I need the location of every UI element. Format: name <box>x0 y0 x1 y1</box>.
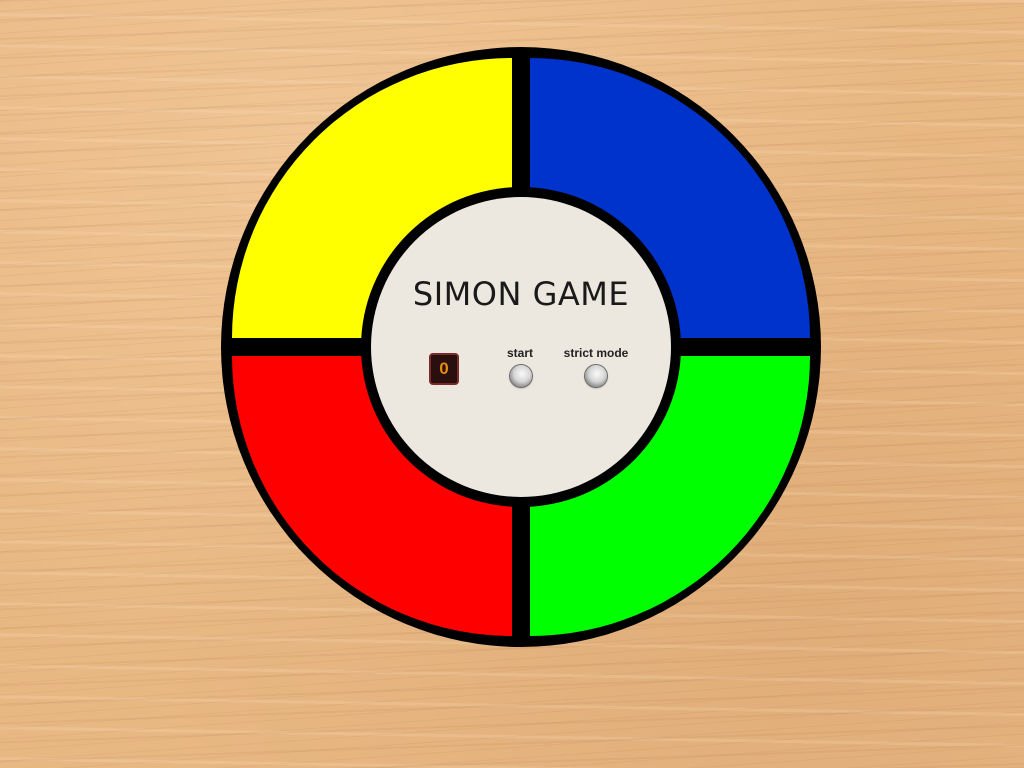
start-button[interactable] <box>510 365 532 387</box>
control-panel-face: SIMON GAME 0 start strict mode <box>371 197 671 497</box>
start-label: start <box>506 346 533 360</box>
strict-mode-label: strict mode <box>563 346 629 360</box>
strict-mode-button[interactable] <box>585 365 607 387</box>
count-display: 0 <box>429 353 459 385</box>
game-title: SIMON GAME <box>412 275 630 313</box>
control-panel: SIMON GAME 0 start strict mode <box>361 187 681 507</box>
simon-board: SIMON GAME 0 start strict mode <box>221 47 821 647</box>
